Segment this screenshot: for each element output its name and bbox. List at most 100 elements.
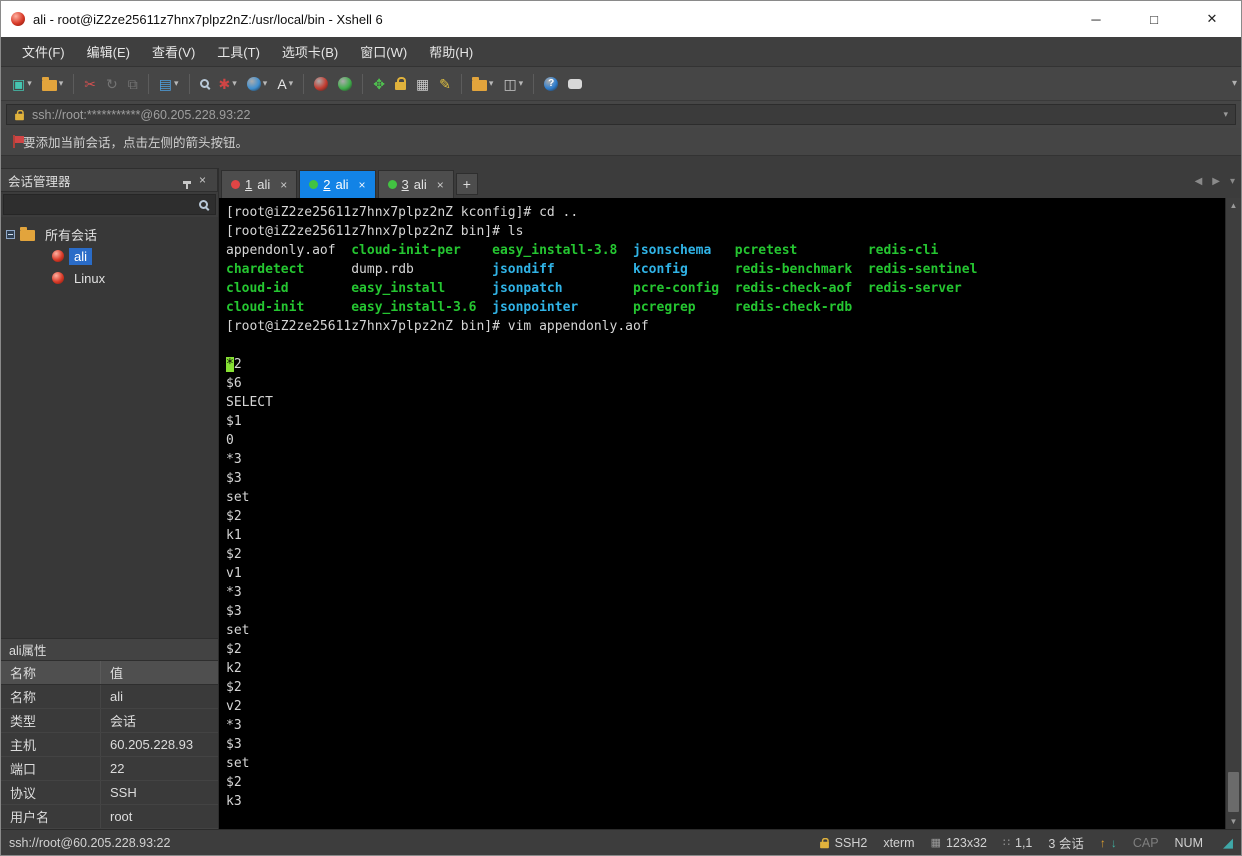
statusbar: ssh://root@60.205.228.93:22 SSH2 xterm ▦… <box>1 829 1241 855</box>
help-button[interactable]: ? <box>540 73 562 95</box>
tab-nav: ◀ ▶ ▾ <box>1195 176 1235 187</box>
panel-close-icon[interactable]: × <box>195 173 210 187</box>
menu-item[interactable]: 工具(T) <box>206 37 271 66</box>
encoding-button[interactable]: ▾ <box>243 73 272 95</box>
tab-close-icon[interactable]: × <box>359 178 366 192</box>
terminal-line: SELECT <box>226 395 273 410</box>
size-icon: ▦ <box>930 837 941 849</box>
num-lock-indicator: NUM <box>1174 835 1203 850</box>
session-status-icon <box>231 180 240 189</box>
terminal-line: [root@iZ2ze25611z7hnx7plpz2nZ bin]# ls <box>226 224 524 239</box>
font-button[interactable]: A ▾ <box>273 73 297 95</box>
xshell-logo-icon <box>11 12 25 26</box>
minimize-button[interactable]: ─ <box>1067 1 1125 37</box>
new-session-button[interactable]: ▣ ▾ <box>8 73 36 95</box>
session-tab[interactable]: 2 ali × <box>299 170 376 198</box>
property-cell: 会话 <box>110 714 137 729</box>
tab-scroll-right-icon[interactable]: ▶ <box>1212 176 1220 187</box>
disconnect-button[interactable]: ✂ <box>80 73 100 95</box>
tab-number: 1 <box>245 177 253 192</box>
soft-keyboard-button[interactable]: ▦ <box>412 73 433 95</box>
scroll-up-icon[interactable]: ▲ <box>1226 198 1241 213</box>
menu-item[interactable]: 查看(V) <box>141 37 206 66</box>
terminal-line: 0 <box>226 433 234 448</box>
session-manager-panel: 会话管理器 × 所有会话 ali Linux ali属性 名称值名称 ali 类型 会话… <box>1 168 219 829</box>
menu-item[interactable]: 窗口(W) <box>349 37 418 66</box>
menu-item[interactable]: 选项卡(B) <box>271 37 349 66</box>
layout-button[interactable]: ◫ ▾ <box>499 73 527 95</box>
close-button[interactable]: ✕ <box>1183 1 1241 37</box>
layout-button-icon: ◫ <box>503 75 517 92</box>
tabbar-tabs: 1 ali × 2 ali × 3 ali × <box>221 170 456 198</box>
session-item[interactable]: ali <box>6 245 213 267</box>
session-name: Linux <box>74 270 106 286</box>
reconnect-button[interactable]: ↻ <box>102 73 122 95</box>
terminal-area[interactable]: [root@iZ2ze25611z7hnx7plpz2nZ kconfig]# … <box>219 198 1241 829</box>
session-tree-root[interactable]: 所有会话 <box>6 223 213 245</box>
maximize-button[interactable]: □ <box>1125 1 1183 37</box>
scroll-down-icon[interactable]: ▼ <box>1226 814 1241 829</box>
window-controls: ─ □ ✕ <box>1067 1 1241 37</box>
terminal-line: set <box>226 623 250 638</box>
terminal-line: k1 <box>226 528 242 543</box>
dropdown-arrow-icon: ▾ <box>488 78 494 88</box>
tree-root-label: 所有会话 <box>45 227 98 243</box>
terminal-line: $6 <box>226 376 242 391</box>
fullscreen-button[interactable]: ✥ <box>369 73 389 95</box>
property-cell: 用户名 <box>1 805 101 828</box>
xftp-button[interactable] <box>334 73 356 95</box>
scrollbar-thumb[interactable] <box>1228 772 1239 812</box>
tab-close-icon[interactable]: × <box>280 178 287 192</box>
toolbar-overflow-icon[interactable]: ▾ <box>1232 78 1237 89</box>
session-name: ali <box>69 247 93 265</box>
session-item[interactable]: Linux <box>6 267 213 289</box>
toolbar-separator <box>460 73 462 94</box>
session-status-icon <box>309 180 319 189</box>
property-cell: 22 <box>110 761 125 776</box>
properties-button[interactable]: ▤ ▾ <box>155 73 183 95</box>
xshell-button-icon <box>314 76 329 91</box>
toolbar-separator <box>147 73 149 94</box>
tab-scroll-left-icon[interactable]: ◀ <box>1195 176 1203 187</box>
quick-commands-button[interactable]: ▾ <box>468 73 498 95</box>
address-field[interactable]: ▾ <box>6 104 1236 125</box>
session-tab[interactable]: 1 ali × <box>221 170 298 198</box>
tab-close-icon[interactable]: × <box>437 178 444 192</box>
property-cell: 类型 <box>1 709 101 732</box>
address-input[interactable] <box>32 107 1217 122</box>
pin-icon[interactable] <box>179 173 195 189</box>
property-row: 协议 SSH <box>1 781 218 805</box>
highlight-button-icon: ✎ <box>439 75 451 92</box>
properties-button-icon: ▤ <box>158 75 172 92</box>
collapse-icon[interactable] <box>6 229 15 239</box>
tab-label: ali <box>413 177 427 192</box>
properties-header-cell: 值 <box>110 666 124 681</box>
xshell-button[interactable] <box>310 73 332 95</box>
menu-item[interactable]: 文件(F) <box>11 37 76 66</box>
feedback-button[interactable] <box>564 75 586 93</box>
menu-item[interactable]: 帮助(H) <box>418 37 484 66</box>
property-row: 用户名 root <box>1 805 218 829</box>
resize-grip[interactable]: ◢ <box>1223 835 1233 851</box>
session-tab[interactable]: 3 ali × <box>377 170 454 198</box>
duplicate-session-button[interactable]: ⧉ <box>124 73 142 95</box>
folder-icon <box>20 227 35 241</box>
terminal-line: set <box>226 756 250 771</box>
address-dropdown-icon[interactable]: ▾ <box>1223 109 1228 120</box>
color-scheme-button[interactable]: ✱ ▾ <box>215 73 241 95</box>
search-input[interactable] <box>3 194 216 215</box>
highlight-button[interactable]: ✎ <box>435 73 455 95</box>
menu-item[interactable]: 编辑(E) <box>76 37 141 66</box>
terminal-line: $2 <box>226 642 242 657</box>
soft-keyboard-button-icon: ▦ <box>415 75 430 92</box>
terminal-line: [root@iZ2ze25611z7hnx7plpz2nZ kconfig]# … <box>226 205 579 220</box>
terminal-scrollbar[interactable]: ▲ ▼ <box>1225 198 1241 829</box>
new-tab-button[interactable]: + <box>455 173 478 195</box>
dropdown-arrow-icon: ▾ <box>518 78 524 88</box>
open-session-button[interactable]: ▾ <box>38 73 68 95</box>
lock-screen-button[interactable] <box>391 73 410 94</box>
titlebar: ali - root@iZ2ze25611z7hnx7plpz2nZ:/usr/… <box>1 1 1241 37</box>
tab-number: 2 <box>323 177 331 192</box>
find-button[interactable] <box>196 75 213 92</box>
tab-menu-icon[interactable]: ▾ <box>1230 176 1235 187</box>
